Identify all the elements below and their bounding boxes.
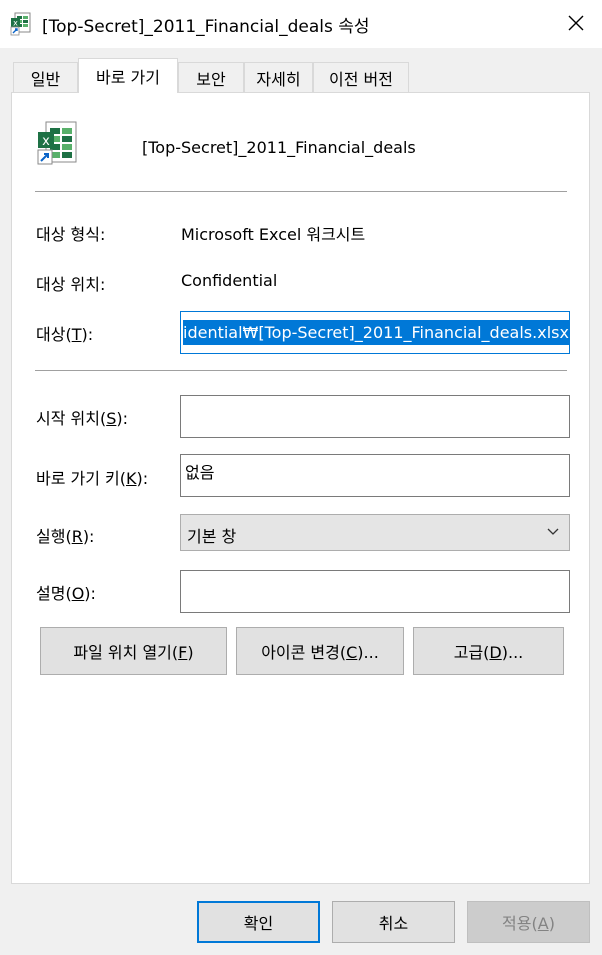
advanced-button[interactable]: 고급(D)... [413, 627, 564, 675]
svg-text:x: x [42, 134, 50, 149]
label-text: )... [501, 643, 524, 662]
button-label: 고급(D)... [454, 639, 524, 663]
label-text: ) [187, 643, 194, 662]
tab-label: 자세히 [256, 69, 301, 89]
excel-shortcut-icon: x [10, 12, 31, 36]
cancel-button[interactable]: 취소 [332, 901, 455, 943]
label-text: 파일 위치 열기( [73, 643, 179, 662]
shortcut-file-name: [Top-Secret]_2011_Financial_deals [142, 138, 416, 157]
comment-input[interactable] [180, 570, 570, 613]
run-selected-value: 기본 창 [187, 527, 237, 546]
access-key: D [489, 643, 502, 662]
label-text: 대상( [36, 325, 72, 344]
button-label: 확인 [243, 914, 274, 933]
tab-label: 일반 [30, 69, 61, 89]
tab-general[interactable]: 일반 [13, 62, 78, 92]
excel-file-icon: x [37, 121, 77, 165]
target-location-value: Confidential [181, 271, 278, 290]
tab-previous-versions[interactable]: 이전 버전 [313, 62, 409, 92]
target-type-label: 대상 형식: [36, 225, 106, 244]
run-label: 실행(R): [36, 523, 94, 547]
hotkey-input[interactable]: 없음 [180, 454, 570, 497]
access-key: R [71, 527, 83, 546]
button-label: 아이콘 변경(C)... [261, 639, 379, 663]
close-icon [568, 15, 584, 31]
target-type-value: Microsoft Excel 워크시트 [181, 225, 366, 244]
label-text: 아이콘 변경( [261, 643, 347, 662]
button-label: 취소 [378, 914, 409, 933]
window-title: [Top-Secret]_2011_Financial_deals 속성 [42, 17, 370, 37]
access-key: F [178, 643, 188, 662]
label-text: 적용( [502, 914, 538, 933]
label-text: ): [116, 409, 129, 428]
access-key: C [346, 643, 358, 662]
tab-label: 이전 버전 [329, 69, 393, 89]
access-key: T [71, 325, 82, 344]
tab-label: 바로 가기 [96, 68, 160, 87]
close-button[interactable] [556, 6, 596, 40]
label-text: ): [82, 527, 95, 546]
target-label: 대상(T): [36, 321, 93, 345]
label-text: ): [81, 325, 94, 344]
label-text: )... [357, 643, 379, 662]
label-text: ): [84, 584, 96, 603]
target-input-viewport: idential₩[Top-Secret]_2011_Financial_dea… [181, 312, 569, 353]
access-key: A [537, 914, 549, 933]
run-select[interactable]: 기본 창 [180, 514, 570, 551]
start-in-input[interactable] [180, 395, 570, 438]
tab-security[interactable]: 보안 [178, 62, 244, 92]
start-in-label: 시작 위치(S): [36, 405, 128, 429]
hotkey-label: 바로 가기 키(K): [36, 465, 148, 489]
access-key: S [106, 409, 117, 428]
access-key: K [126, 469, 137, 488]
label-text: 고급( [453, 643, 490, 662]
target-input[interactable]: idential₩[Top-Secret]_2011_Financial_dea… [180, 311, 570, 354]
apply-button[interactable]: 적용(A) [467, 901, 590, 943]
label-text: 설명( [36, 584, 72, 603]
label-text: 실행( [36, 527, 72, 546]
separator [35, 370, 567, 371]
target-selected-text: idential₩[Top-Secret]_2011_Financial_dea… [183, 320, 569, 345]
ok-button[interactable]: 확인 [197, 901, 320, 943]
chevron-down-icon [547, 528, 559, 535]
label-text: ): [136, 469, 149, 488]
access-key: O [71, 584, 85, 603]
button-label: 적용(A) [502, 910, 555, 934]
button-label: 파일 위치 열기(F) [73, 639, 193, 663]
comment-label: 설명(O): [36, 580, 96, 604]
label-text: 바로 가기 키( [36, 469, 127, 488]
open-file-location-button[interactable]: 파일 위치 열기(F) [40, 627, 227, 675]
title-bar: x [Top-Secret]_2011_Financial_deals 속성 [0, 0, 602, 48]
tab-shortcut[interactable]: 바로 가기 [78, 58, 178, 93]
change-icon-button[interactable]: 아이콘 변경(C)... [236, 627, 404, 675]
tab-details[interactable]: 자세히 [244, 62, 313, 92]
label-text: ) [548, 914, 555, 933]
target-location-label: 대상 위치: [36, 275, 106, 294]
svg-text:x: x [13, 19, 18, 28]
hotkey-value: 없음 [185, 463, 215, 482]
tab-label: 보안 [196, 69, 226, 89]
label-text: 시작 위치( [36, 409, 107, 428]
separator [35, 191, 567, 192]
